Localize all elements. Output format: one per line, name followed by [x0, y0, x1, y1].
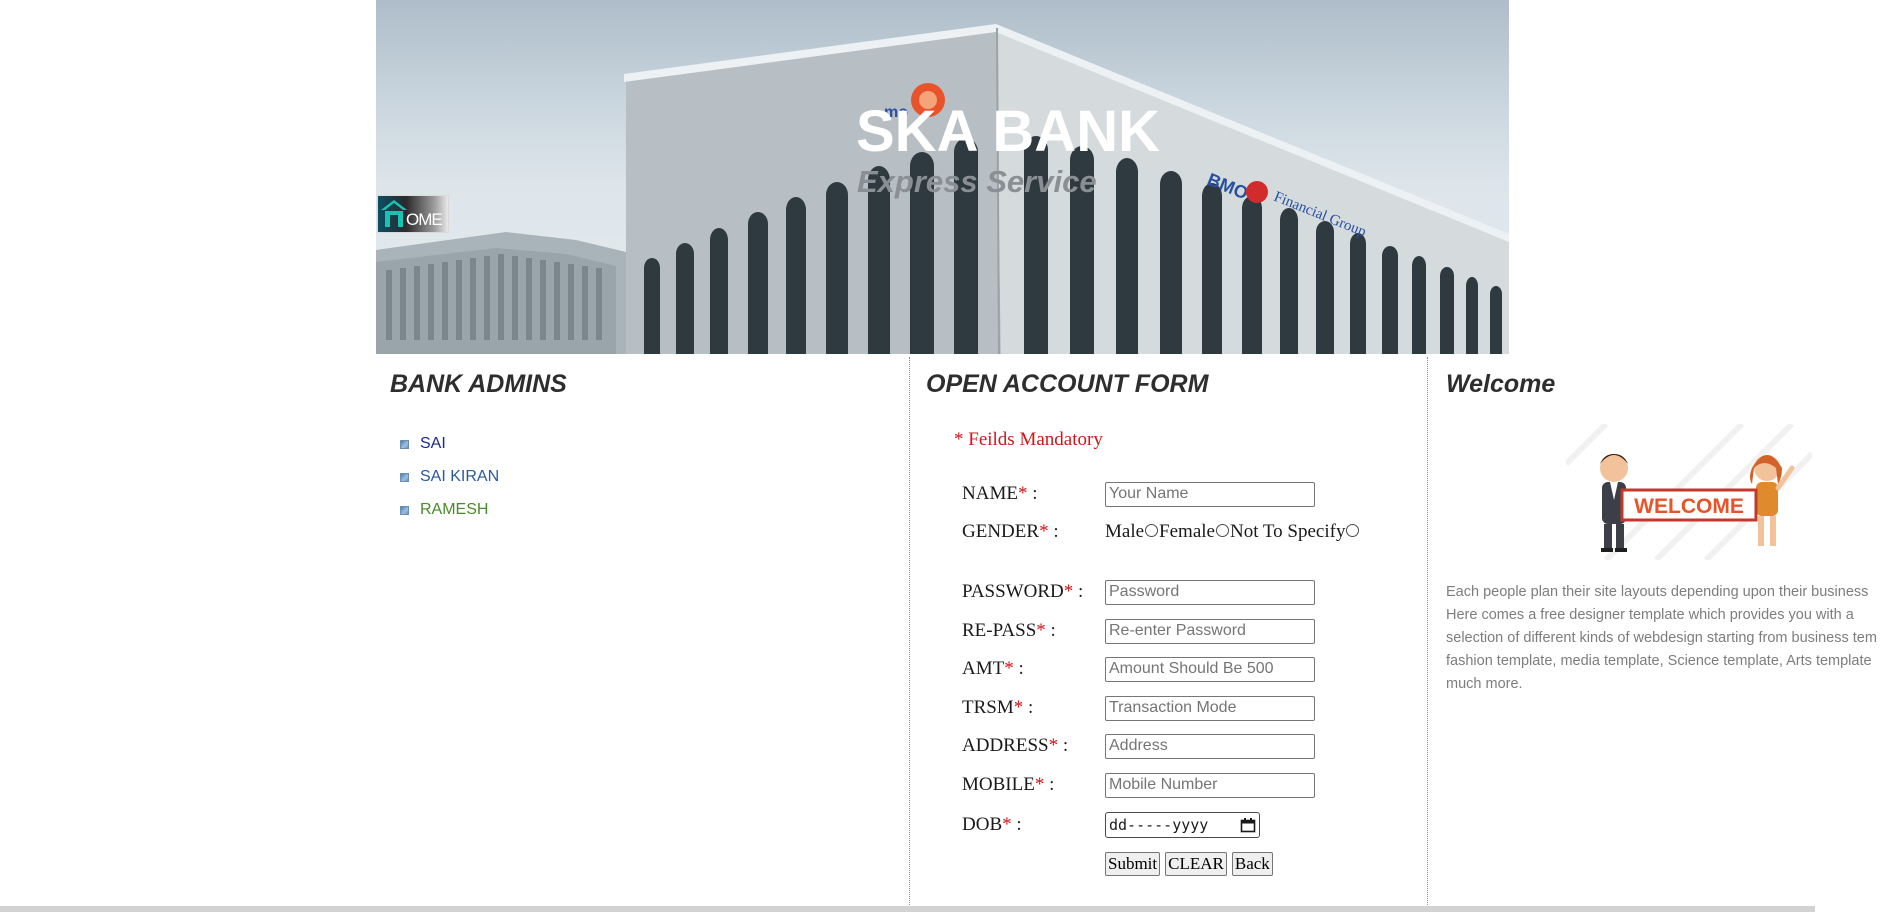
gender-option-label: Female	[1159, 521, 1215, 542]
home-icon	[381, 200, 407, 227]
site-title: SKA BANK	[856, 99, 1160, 164]
list-item: SAI KIRAN	[400, 460, 499, 493]
form-heading: OPEN ACCOUNT FORM	[926, 370, 1209, 398]
welcome-paragraph: Each people plan their site layouts depe…	[1446, 584, 1877, 692]
trsm-row: TRSM* :	[962, 693, 1315, 723]
list-item: SAI	[400, 427, 499, 460]
dob-date-input[interactable]: dd-----yyyy	[1105, 812, 1260, 838]
back-button[interactable]: Back	[1231, 852, 1273, 876]
admin-list: SAI SAI KIRAN RAMESH	[400, 427, 499, 526]
submit-button[interactable]: Submit	[1105, 852, 1161, 876]
name-input[interactable]	[1105, 481, 1315, 507]
address-label: ADDRESS* :	[962, 735, 1069, 756]
site-subtitle: Express Service	[857, 164, 1097, 199]
repass-label: RE-PASS* :	[962, 620, 1056, 641]
column-divider-left	[909, 357, 910, 905]
repass-input[interactable]	[1105, 618, 1315, 644]
gender-option-label: Not To Specify	[1229, 521, 1346, 542]
home-button[interactable]: OME	[377, 195, 449, 233]
bullet-icon	[400, 506, 409, 515]
password-label: PASSWORD* :	[962, 581, 1084, 602]
mobile-input[interactable]	[1105, 772, 1315, 798]
gender-male-radio[interactable]	[1145, 523, 1159, 537]
gender-label: GENDER* :	[962, 521, 1059, 542]
address-row: ADDRESS* :	[962, 731, 1315, 761]
trsm-label: TRSM* :	[962, 697, 1034, 718]
gender-row: GENDER* : Male Female Not To Specify	[962, 517, 1360, 547]
admins-heading: BANK ADMINS	[390, 370, 567, 398]
gender-female-radio[interactable]	[1215, 523, 1229, 537]
header-banner: BMO Financial Group mo SKA BANK Express …	[376, 0, 1509, 354]
gender-option-label: Male	[1105, 521, 1145, 542]
name-label: NAME* :	[962, 483, 1038, 504]
password-input[interactable]	[1105, 579, 1315, 605]
admin-link-ramesh[interactable]: RAMESH	[420, 501, 488, 519]
welcome-banner-text: WELCOME	[1634, 495, 1744, 518]
welcome-heading: Welcome	[1446, 370, 1556, 398]
transaction-mode-input[interactable]	[1105, 695, 1315, 721]
dob-label: DOB* :	[962, 814, 1022, 835]
admin-link-sai[interactable]: SAI	[420, 435, 446, 453]
amt-row: AMT* :	[962, 654, 1315, 684]
home-button-label: OME	[406, 210, 443, 229]
list-item: RAMESH	[400, 493, 499, 526]
form-buttons: Submit CLEAR Back	[1105, 852, 1273, 876]
admin-link-sai-kiran[interactable]: SAI KIRAN	[420, 468, 499, 486]
amt-label: AMT* :	[962, 658, 1024, 679]
amount-input[interactable]	[1105, 656, 1315, 682]
clear-button[interactable]: CLEAR	[1165, 852, 1227, 876]
mobile-row: MOBILE* :	[962, 770, 1315, 800]
repass-row: RE-PASS* :	[962, 616, 1315, 646]
bullet-icon	[400, 473, 409, 482]
password-row: PASSWORD* :	[962, 577, 1315, 607]
gender-unspecified-radio[interactable]	[1346, 523, 1360, 537]
mandatory-note: * Feilds Mandatory	[954, 429, 1103, 450]
dob-row: DOB* : dd-----yyyy	[962, 810, 1260, 840]
column-divider-right	[1427, 357, 1428, 905]
calendar-icon[interactable]	[1240, 817, 1256, 833]
address-input[interactable]	[1105, 733, 1315, 759]
bullet-icon	[400, 440, 409, 449]
welcome-illustration: WELCOME	[1563, 421, 1815, 563]
mobile-label: MOBILE* :	[962, 774, 1055, 795]
name-row: NAME* :	[962, 479, 1315, 509]
horizontal-scrollbar[interactable]	[0, 906, 1815, 912]
gender-radio-group: Male Female Not To Specify	[1105, 521, 1360, 543]
dob-date-value: dd-----yyyy	[1109, 816, 1209, 834]
